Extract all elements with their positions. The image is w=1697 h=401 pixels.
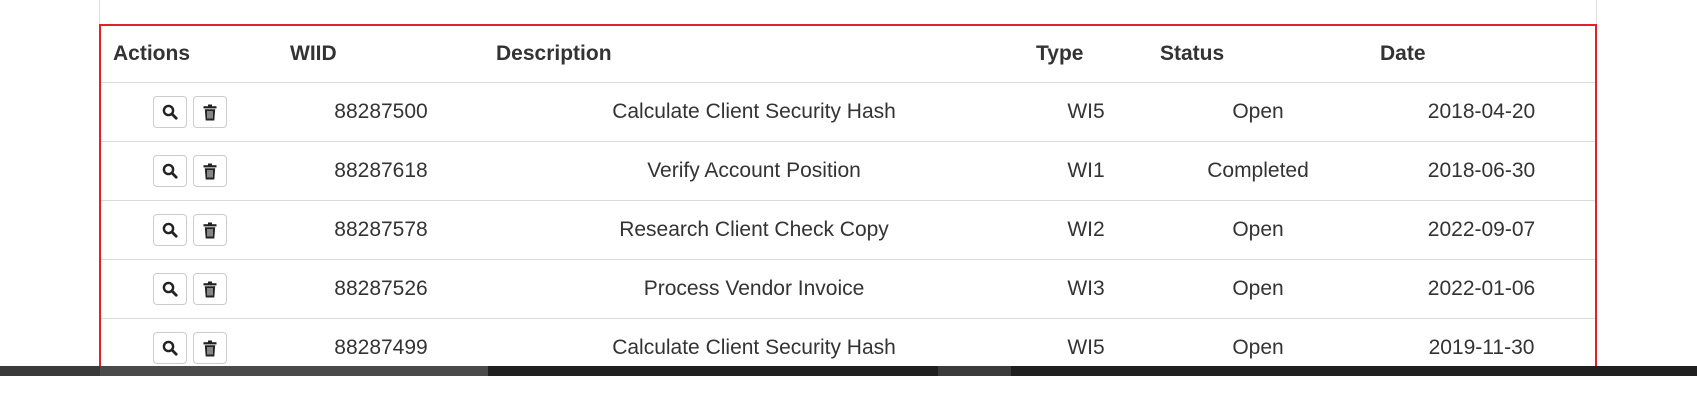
delete-button[interactable]	[192, 214, 227, 246]
right-guide-line	[1596, 0, 1597, 24]
taskbar-segment	[0, 366, 100, 376]
search-icon	[162, 163, 178, 179]
row-actions	[101, 259, 278, 319]
header-wiid[interactable]: WIID	[278, 26, 484, 83]
cell-type: WI3	[1024, 259, 1148, 319]
search-icon	[162, 281, 178, 297]
cell-type: WI1	[1024, 141, 1148, 201]
cell-date: 2022-01-06	[1368, 259, 1595, 319]
header-type[interactable]: Type	[1024, 26, 1148, 83]
cell-description: Process Vendor Invoice	[484, 259, 1024, 319]
header-actions: Actions	[101, 26, 278, 83]
table-row: 88287578 Research Client Check Copy WI2 Ope…	[101, 200, 1595, 260]
header-status[interactable]: Status	[1148, 26, 1368, 83]
table-header-row: Actions WIID Description Type Status Dat…	[101, 26, 1595, 83]
delete-button[interactable]	[192, 273, 227, 305]
search-icon	[162, 340, 178, 356]
trash-icon	[203, 340, 217, 357]
search-icon	[162, 104, 178, 120]
cell-status: Completed	[1148, 141, 1368, 201]
row-actions	[101, 141, 278, 201]
cell-date: 2018-04-20	[1368, 82, 1595, 142]
cell-date: 2022-09-07	[1368, 200, 1595, 260]
cell-status: Open	[1148, 82, 1368, 142]
table-row: 88287618 Verify Account Position WI1 Comple…	[101, 141, 1595, 201]
taskbar	[0, 366, 1697, 376]
cell-wiid: 88287526	[278, 259, 484, 319]
trash-icon	[203, 281, 217, 298]
table-row: 88287500 Calculate Client Security Hash WI…	[101, 82, 1595, 142]
cell-description: Research Client Check Copy	[484, 200, 1024, 260]
cell-status: Open	[1148, 200, 1368, 260]
work-items-table: Actions WIID Description Type Status Dat…	[101, 26, 1595, 374]
cell-type: WI5	[1024, 82, 1148, 142]
delete-button[interactable]	[192, 332, 227, 364]
taskbar-segment	[100, 366, 488, 376]
view-button[interactable]	[152, 214, 187, 246]
taskbar-segment	[938, 366, 1011, 376]
header-date[interactable]: Date	[1368, 26, 1595, 83]
search-icon	[162, 222, 178, 238]
row-actions	[101, 200, 278, 260]
row-actions	[101, 82, 278, 142]
view-button[interactable]	[152, 155, 187, 187]
view-button[interactable]	[152, 332, 187, 364]
trash-icon	[203, 222, 217, 239]
table-row: 88287526 Process Vendor Invoice WI3 Open 202…	[101, 259, 1595, 319]
cell-date: 2018-06-30	[1368, 141, 1595, 201]
cell-type: WI2	[1024, 200, 1148, 260]
work-items-table-panel: Actions WIID Description Type Status Dat…	[99, 24, 1597, 376]
delete-button[interactable]	[192, 155, 227, 187]
delete-button[interactable]	[192, 96, 227, 128]
cell-description: Verify Account Position	[484, 141, 1024, 201]
left-guide-line	[99, 0, 100, 24]
cell-wiid: 88287578	[278, 200, 484, 260]
view-button[interactable]	[152, 96, 187, 128]
cell-description: Calculate Client Security Hash	[484, 82, 1024, 142]
cell-wiid: 88287500	[278, 82, 484, 142]
trash-icon	[203, 163, 217, 180]
header-description[interactable]: Description	[484, 26, 1024, 83]
cell-status: Open	[1148, 259, 1368, 319]
cell-wiid: 88287618	[278, 141, 484, 201]
trash-icon	[203, 104, 217, 121]
view-button[interactable]	[152, 273, 187, 305]
